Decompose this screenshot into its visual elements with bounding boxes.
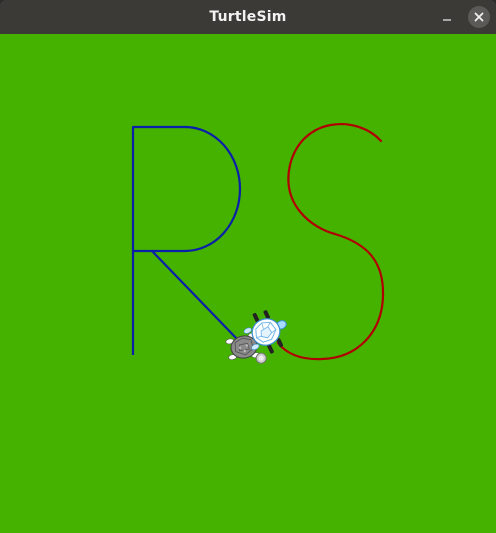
title-bar[interactable]: TurtleSim: [0, 0, 496, 34]
letter-s-path: [276, 122, 385, 361]
close-icon: [474, 12, 484, 22]
close-button[interactable]: [468, 6, 490, 28]
minimize-button[interactable]: [436, 6, 458, 28]
minimize-icon: [443, 19, 451, 21]
letter-r-path: [131, 125, 242, 355]
window-title: TurtleSim: [209, 9, 287, 25]
turtle-canvas: [0, 34, 496, 533]
turtlesim-window: TurtleSim: [0, 0, 496, 533]
drawing-surface: [131, 122, 385, 364]
